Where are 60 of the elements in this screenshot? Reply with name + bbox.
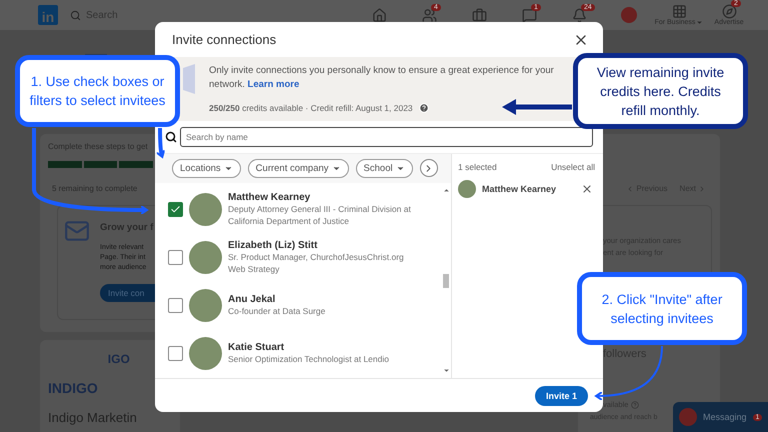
person-headline: Sr. Product Manager, ChurchofJesusChrist.org Web Strategy <box>228 250 405 274</box>
search-field[interactable]: Search by name <box>180 127 593 147</box>
learn-more-link[interactable]: Learn more <box>248 79 300 90</box>
selected-count: 1 selected <box>458 162 497 172</box>
filter-dropdown[interactable]: Locations <box>172 159 241 178</box>
person-headline: Senior Optimization Technologist at Lendio <box>228 352 390 364</box>
help-icon[interactable] <box>418 103 429 113</box>
chevron-right-icon <box>698 184 706 192</box>
invite-button[interactable]: Invite 1 <box>534 386 588 406</box>
person-headline: Co-founder at Data Surge <box>228 304 326 316</box>
scroll-down-icon[interactable] <box>442 367 450 374</box>
search-icon <box>70 10 81 20</box>
avatar-placeholder <box>189 192 222 226</box>
caret-icon <box>332 164 341 173</box>
person-name: Anu Jekal <box>228 294 276 304</box>
person-name: Katie Stuart <box>228 342 286 352</box>
person-headline: Deputy Attorney General III - Criminal Division at California Department of Justice <box>228 202 412 226</box>
logo-word: INDIGO <box>48 380 98 396</box>
chat-icon <box>522 8 536 22</box>
filter-dropdown[interactable]: School <box>356 159 413 178</box>
avatar-placeholder <box>621 7 637 23</box>
checkbox[interactable] <box>168 298 183 312</box>
person-name: Matthew Kearney <box>228 192 312 202</box>
arrow <box>502 99 572 115</box>
credits-text: 250/250 credits available · Credit refill: August 1, 2023 <box>209 102 413 115</box>
logo-word: IGO <box>108 352 130 366</box>
home-icon <box>372 8 386 22</box>
dialog-title: Invite connections <box>172 32 276 47</box>
avatar-placeholder <box>189 336 222 370</box>
unselect-all-link[interactable]: Unselect all <box>551 162 595 172</box>
compass-icon <box>722 4 736 19</box>
briefcase-icon <box>472 8 486 22</box>
caret-icon <box>224 164 233 173</box>
scroll-up-icon[interactable] <box>442 187 450 194</box>
avatar-placeholder <box>189 288 222 322</box>
scrollbar-thumb[interactable] <box>443 274 449 288</box>
people-icon <box>422 8 436 22</box>
person-name: Elizabeth (Liz) Stitt <box>228 240 318 250</box>
arrow <box>156 128 166 158</box>
avatar-placeholder <box>679 408 697 426</box>
avatar-placeholder <box>189 240 222 274</box>
arrow <box>595 346 663 401</box>
search-icon <box>165 131 177 143</box>
bell-icon <box>572 8 586 22</box>
callout: 2. Click "Invite" after selecting invitees <box>577 272 747 345</box>
check-icon <box>170 204 181 214</box>
avatar-placeholder <box>458 180 476 198</box>
filter-dropdown[interactable]: Current company <box>248 159 349 178</box>
help-icon <box>631 400 640 408</box>
caret-icon <box>696 19 704 26</box>
checkbox[interactable] <box>168 346 183 360</box>
callout: View remaining invite credits here. Credits refill monthly. <box>573 53 748 129</box>
remove-icon[interactable] <box>581 183 593 195</box>
selected-name: Matthew Kearney <box>482 184 558 194</box>
scroll-right-button[interactable] <box>420 159 438 177</box>
checkbox[interactable] <box>168 250 183 264</box>
grid-icon <box>672 4 686 19</box>
checkbox[interactable] <box>168 202 183 216</box>
callout: 1. Use check boxes or filters to select invitees <box>15 55 180 127</box>
caret-icon <box>396 164 405 173</box>
